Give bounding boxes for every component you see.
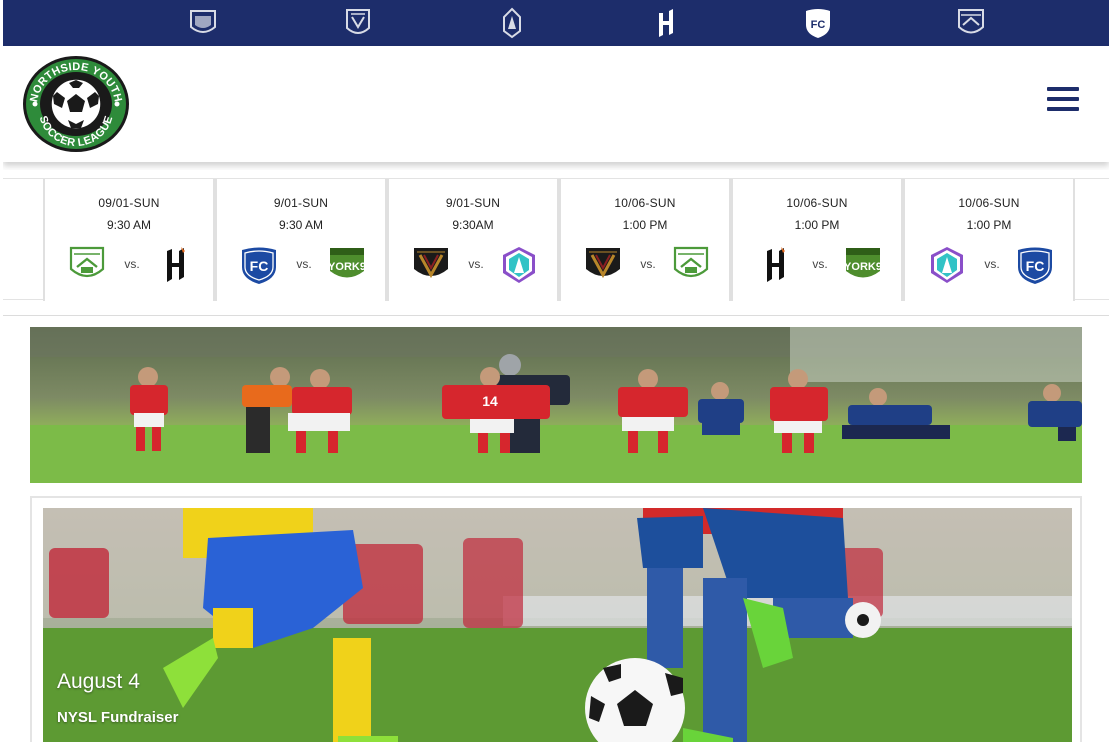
york9-crest-icon[interactable]: YORK9 bbox=[843, 245, 883, 285]
svg-text:NORTHSIDE YOUTH: NORTHSIDE YOUTH bbox=[28, 61, 124, 103]
game-time: 1:00 PM bbox=[622, 218, 668, 232]
pacific-crest-icon[interactable] bbox=[343, 7, 373, 39]
fc-edmonton-crest-icon[interactable]: FC bbox=[1015, 245, 1055, 285]
vs-label: vs. bbox=[124, 257, 140, 271]
hamburger-line bbox=[1047, 97, 1079, 101]
cavalry-crest-icon[interactable] bbox=[671, 245, 711, 285]
forge-crest-icon[interactable] bbox=[651, 7, 681, 39]
svg-text:FC: FC bbox=[250, 258, 269, 274]
game-card[interactable]: 10/06-SUN 1:00 PM vs. YORK9 bbox=[731, 179, 903, 301]
valour-crest-icon[interactable] bbox=[411, 245, 451, 285]
hamburger-line bbox=[1047, 87, 1079, 91]
event-title[interactable]: NYSL Fundraiser bbox=[57, 709, 178, 726]
atletico-crest-icon[interactable] bbox=[927, 245, 967, 285]
event-date: August 4 bbox=[57, 670, 140, 693]
game-card[interactable]: 10/06-SUN 1:00 PM vs. FC bbox=[903, 179, 1075, 301]
page-frame: FC NORTHSIDE YOUTH SOCCER LEAGUE 09/01-S… bbox=[3, 0, 1109, 742]
game-time: 9:30 AM bbox=[106, 218, 152, 232]
site-header: NORTHSIDE YOUTH SOCCER LEAGUE bbox=[3, 46, 1109, 162]
game-card[interactable]: 09/01-SUN 9:30 AM vs. bbox=[43, 179, 215, 301]
vs-label: vs. bbox=[640, 257, 656, 271]
game-date: 10/06-SUN bbox=[786, 196, 848, 210]
game-schedule: 09/01-SUN 9:30 AM vs. 9/01-SUN 9:30 AM F… bbox=[3, 170, 1109, 316]
logo-top-text: NORTHSIDE YOUTH bbox=[28, 61, 123, 103]
vs-label: vs. bbox=[296, 257, 312, 271]
game-date: 10/06-SUN bbox=[614, 196, 676, 210]
game-time: 1:00 PM bbox=[794, 218, 840, 232]
jersey-number: 14 bbox=[482, 393, 498, 409]
fc-edmonton-crest-icon[interactable]: FC bbox=[239, 245, 279, 285]
game-date: 09/01-SUN bbox=[98, 196, 160, 210]
game-card[interactable]: 9/01-SUN 9:30 AM FC vs. YORK9 bbox=[215, 179, 387, 301]
game-date: 9/01-SUN bbox=[273, 196, 329, 210]
svg-text:YORK9: YORK9 bbox=[844, 261, 882, 273]
vs-label: vs. bbox=[984, 257, 1000, 271]
club-bar: FC bbox=[3, 0, 1109, 46]
game-date: 10/06-SUN bbox=[958, 196, 1020, 210]
schedule-track[interactable]: 09/01-SUN 9:30 AM vs. 9/01-SUN 9:30 AM F… bbox=[3, 178, 1109, 301]
york9-crest-icon[interactable]: YORK9 bbox=[327, 245, 367, 285]
valour-crest-icon[interactable] bbox=[583, 245, 623, 285]
cavalry-crest-icon[interactable] bbox=[67, 245, 107, 285]
event-card[interactable]: August 4 NYSL Fundraiser bbox=[30, 496, 1082, 742]
forge-crest-icon[interactable] bbox=[155, 245, 195, 285]
atletico-crest-icon[interactable] bbox=[499, 245, 539, 285]
game-date: 9/01-SUN bbox=[445, 196, 501, 210]
forge-crest-icon[interactable] bbox=[755, 245, 795, 285]
game-card[interactable]: 10/06-SUN 1:00 PM vs. bbox=[559, 179, 731, 301]
svg-text:FC: FC bbox=[811, 19, 826, 31]
fc-edmonton-crest-icon[interactable]: FC bbox=[803, 7, 833, 39]
svg-text:YORK9: YORK9 bbox=[328, 261, 366, 273]
nysl-logo[interactable]: NORTHSIDE YOUTH SOCCER LEAGUE bbox=[21, 54, 131, 154]
menu-hamburger-icon[interactable] bbox=[1047, 87, 1079, 113]
hero-banner-image: 14 bbox=[30, 327, 1082, 483]
cavalry-crest-icon[interactable] bbox=[956, 7, 986, 39]
york-crest-icon[interactable] bbox=[188, 7, 218, 39]
svg-text:FC: FC bbox=[1026, 258, 1045, 274]
atletico-crest-icon[interactable] bbox=[497, 7, 527, 39]
game-time: 9:30 AM bbox=[278, 218, 324, 232]
hamburger-line bbox=[1047, 107, 1079, 111]
vs-label: vs. bbox=[812, 257, 828, 271]
vs-label: vs. bbox=[468, 257, 484, 271]
svg-text:SOCCER LEAGUE: SOCCER LEAGUE bbox=[37, 114, 116, 149]
game-time: 1:00 PM bbox=[966, 218, 1012, 232]
logo-bottom-text: SOCCER LEAGUE bbox=[37, 114, 115, 149]
game-card[interactable]: 9/01-SUN 9:30AM vs. bbox=[387, 179, 559, 301]
event-photo: August 4 NYSL Fundraiser bbox=[43, 508, 1072, 742]
game-time: 9:30AM bbox=[452, 218, 494, 232]
